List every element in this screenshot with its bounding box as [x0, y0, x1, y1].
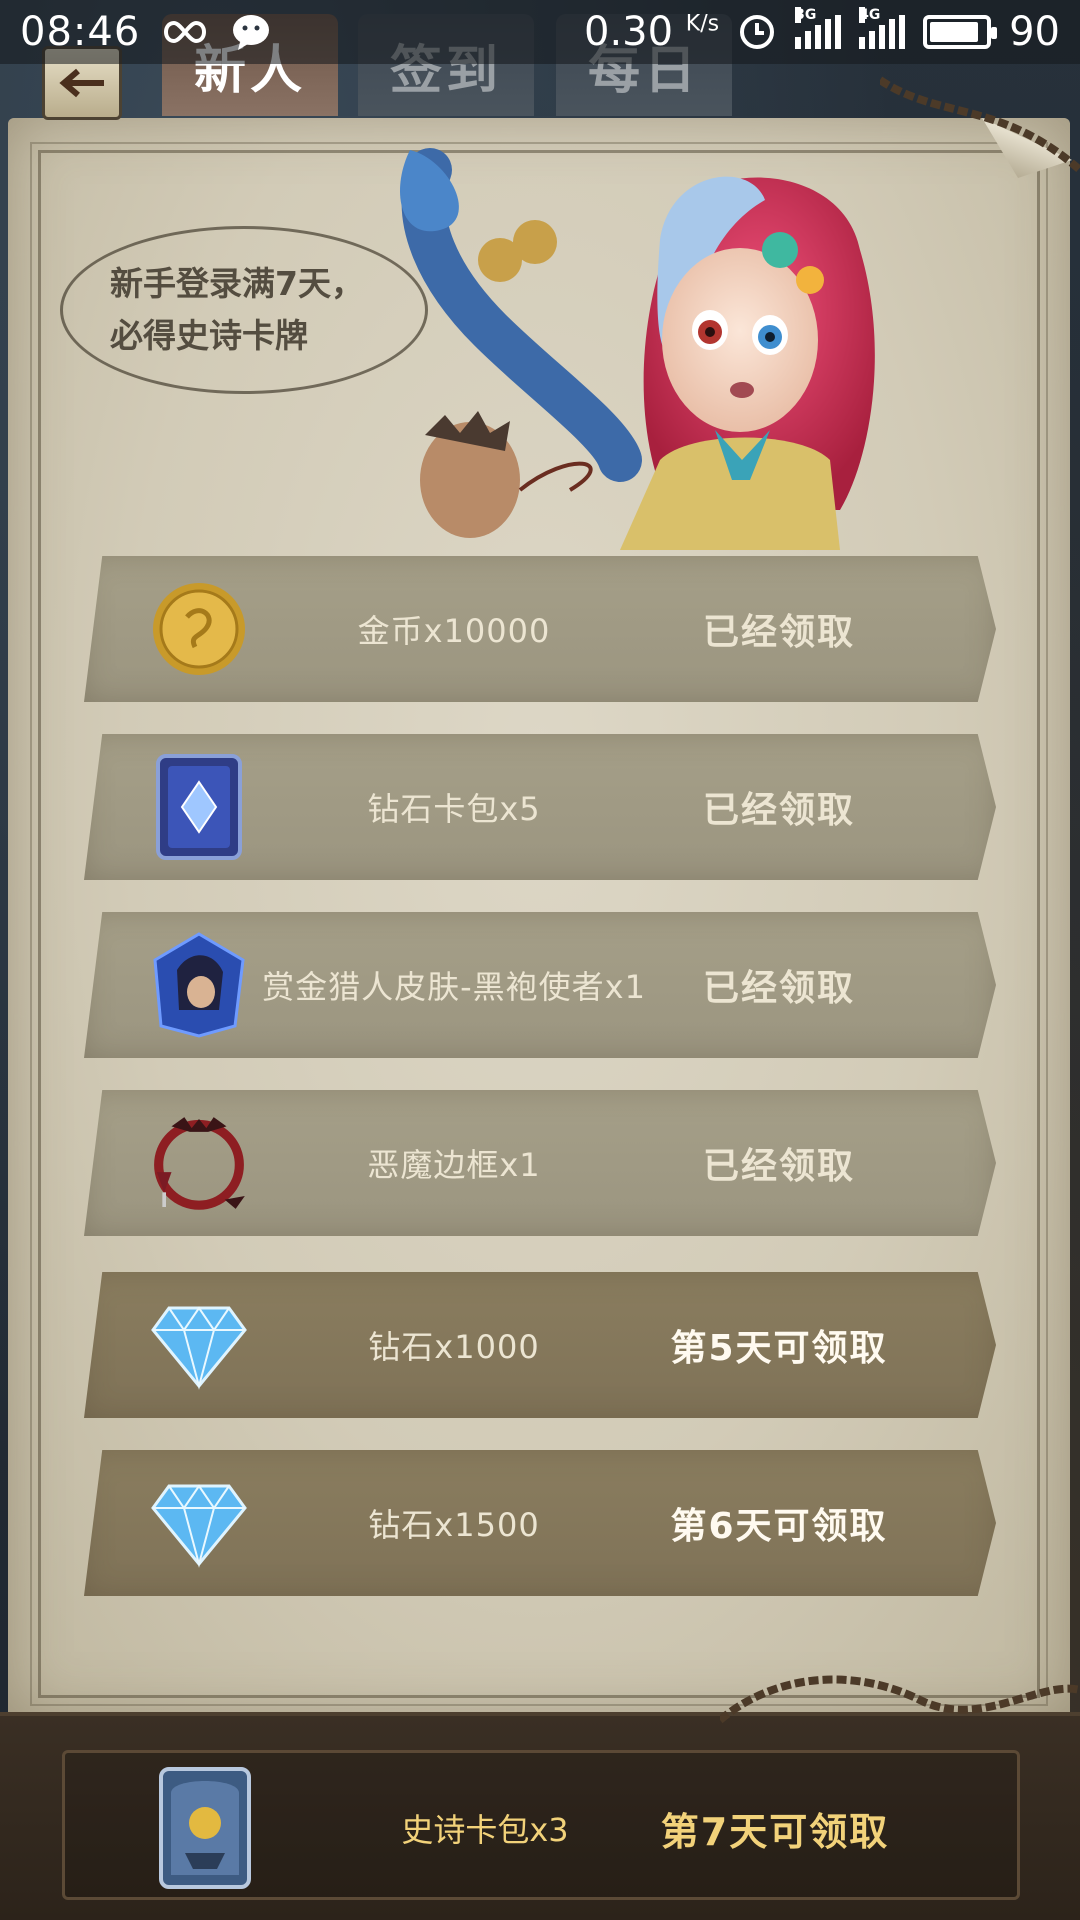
hunter-skin-icon [144, 930, 254, 1040]
infinity-icon [162, 19, 208, 45]
banner-line-2: 必得史诗卡牌 [110, 316, 308, 355]
hero-illustration [400, 148, 875, 550]
rope-decoration-top [880, 76, 1080, 174]
reward-status[interactable]: 已经领取 [664, 734, 894, 880]
rope-decoration-bottom [720, 1675, 1080, 1724]
network-speed: 0.30 K/s [584, 9, 720, 55]
arrow-left-icon [59, 68, 104, 98]
reward-name: 赏金猎人皮肤-黑袍使者x1 [262, 968, 646, 1006]
reward-status[interactable]: 已经领取 [664, 912, 894, 1058]
signal-3g-icon: 3G [795, 7, 842, 49]
reward-row-3: 赏金猎人皮肤-黑袍使者x1 已经领取 [84, 912, 996, 1058]
reward-status[interactable]: 已经领取 [664, 1090, 894, 1236]
reward-name: 恶魔边框x1 [367, 1146, 541, 1184]
reward-row-1: 金币x10000 已经领取 [84, 556, 996, 702]
reward-status[interactable]: 第6天可领取 [664, 1450, 894, 1596]
diamond-icon [144, 1468, 254, 1578]
banner-line-1: 新手登录满7天， [110, 264, 364, 303]
demon-frame-icon [144, 1108, 254, 1218]
reward-row-5: 钻石x1000 第5天可领取 [84, 1272, 996, 1418]
reward-status[interactable]: 第5天可领取 [664, 1272, 894, 1418]
epic-card-pack-icon [155, 1763, 265, 1893]
reward-row-6: 钻石x1500 第6天可领取 [84, 1450, 996, 1596]
final-reward-status[interactable]: 第7天可领取 [625, 1753, 925, 1903]
banner-text: 新手登录满7天， 必得史诗卡牌 [110, 258, 410, 362]
alarm-icon [737, 12, 777, 52]
diamond-icon [144, 1290, 254, 1400]
reward-row-4: 恶魔边框x1 已经领取 [84, 1090, 996, 1236]
status-time: 08:46 [20, 9, 141, 55]
status-bar: 08:46 0.30 K/s 3G 4G 90 [0, 0, 1080, 64]
signal-4g-icon: 4G [859, 7, 906, 49]
final-reward-name: 史诗卡包x3 [401, 1811, 569, 1849]
reward-status[interactable]: 已经领取 [664, 556, 894, 702]
diamond-card-pack-icon [144, 752, 254, 862]
battery-icon [923, 15, 998, 49]
final-reward-row: 史诗卡包x3 第7天可领取 [62, 1750, 1020, 1900]
wechat-icon [230, 12, 272, 52]
gold-coin-icon [144, 574, 254, 684]
reward-row-2: 钻石卡包x5 已经领取 [84, 734, 996, 880]
reward-name: 钻石x1000 [368, 1328, 540, 1366]
battery-level: 90 [1009, 9, 1060, 55]
reward-name: 钻石卡包x5 [367, 790, 541, 828]
reward-name: 金币x10000 [357, 612, 551, 650]
reward-name: 钻石x1500 [368, 1506, 540, 1544]
